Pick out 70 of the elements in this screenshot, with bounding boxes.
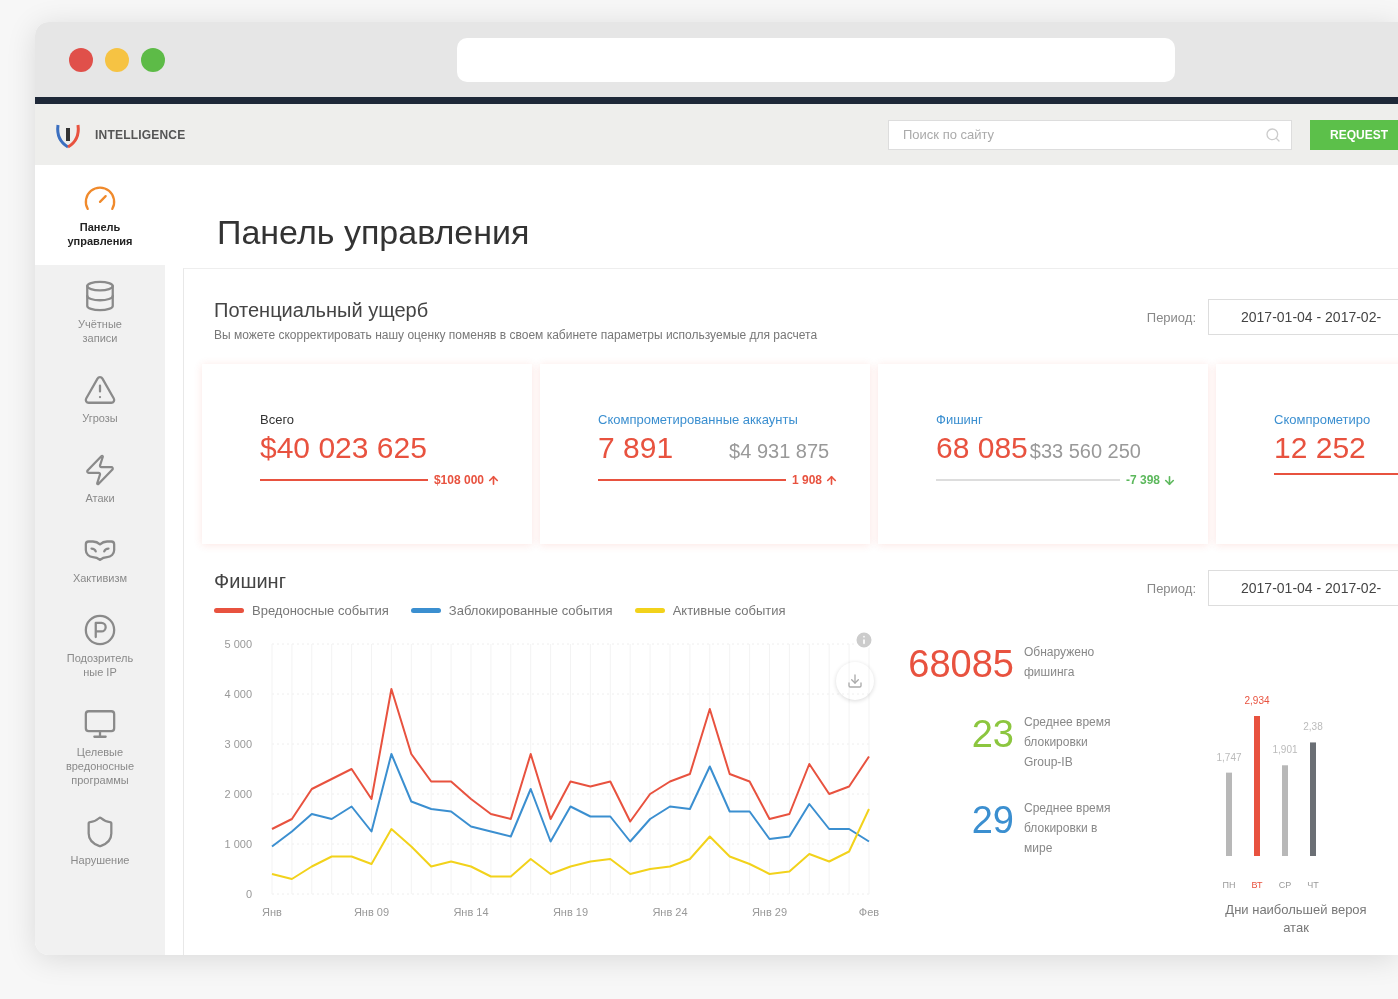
- search-icon: [1265, 126, 1281, 143]
- bar-value-label: 1,901: [1272, 744, 1298, 756]
- card-amount: $33 560 250: [1029, 440, 1141, 463]
- sidebar-item[interactable]: Панель управления: [35, 165, 165, 265]
- day-label: ЧТ: [1307, 880, 1319, 890]
- page-title: Панель управления: [216, 212, 531, 253]
- search-input[interactable]: Поиск по сайту: [901, 126, 1265, 143]
- bar-value-label: 1,747: [1216, 751, 1242, 763]
- chart-caption: атак: [1283, 919, 1309, 937]
- x-axis-label: Янв 19: [552, 906, 589, 918]
- card-delta: -7 398: [1125, 473, 1160, 487]
- stat-value: 29: [971, 798, 1014, 842]
- period-label: Период:: [1146, 309, 1196, 325]
- download-icon: [847, 673, 863, 689]
- y-axis-label: 3 000: [224, 738, 252, 750]
- lightning-icon: [83, 453, 117, 487]
- legend-label: Вредоносные события: [252, 603, 389, 618]
- x-axis-label: Фев: [858, 906, 880, 918]
- search-field[interactable]: Поиск по сайту: [888, 119, 1292, 150]
- database-icon: [83, 279, 117, 313]
- brand-name: INTELLIGENCE: [95, 127, 186, 142]
- card-label: Скомпрометированные аккаунты: [598, 412, 799, 427]
- card-amount: $4 931 875: [729, 440, 830, 463]
- x-axis-label: Янв 09: [353, 906, 390, 918]
- warning-icon: [83, 373, 117, 407]
- card-label: Фишинг: [936, 412, 984, 427]
- x-axis-label: Янв: [262, 906, 282, 918]
- y-axis-label: 4 000: [224, 688, 252, 700]
- info-icon[interactable]: [854, 630, 874, 650]
- address-bar[interactable]: [457, 37, 1175, 82]
- x-axis-label: Янв 14: [453, 906, 489, 918]
- day-label: ВТ: [1251, 880, 1263, 890]
- y-axis-label: 5 000: [224, 638, 252, 650]
- section-subtitle: Вы можете скорректировать нашу оценку поменяв в своем кабинете параметры используемые для расчета: [214, 328, 818, 342]
- day-label: ПН: [1222, 880, 1236, 890]
- card-label: Всего: [260, 412, 296, 427]
- stat-label: Среднее время блокировки Group-IB: [1024, 714, 1112, 771]
- stat-label: Среднее время блокировки в мире: [1024, 800, 1112, 857]
- card-delta: $108 000: [433, 473, 484, 487]
- monitor-icon: [83, 707, 117, 741]
- card-value: 12 252: [1274, 431, 1366, 465]
- stat-value: 68085: [908, 642, 1014, 686]
- card-label: Скомпрометиро: [1274, 412, 1372, 427]
- request-button[interactable]: REQUEST: [1310, 119, 1398, 150]
- chart-caption: Дни наибольшей вероя: [1225, 901, 1367, 919]
- card-value: 68 085: [936, 431, 1028, 465]
- y-axis-label: 1 000: [224, 838, 252, 850]
- bar-value-label: 2,38: [1303, 721, 1323, 733]
- stat-label: Обнаружено фишинга: [1024, 644, 1096, 681]
- chart-title: Фишинг: [214, 570, 287, 593]
- card-value: $40 023 625: [260, 431, 427, 465]
- card-value: 7 891: [598, 431, 674, 465]
- card-delta: 1 908: [791, 473, 822, 487]
- maximize-dot-icon[interactable]: [141, 47, 165, 72]
- legend-label: Активные события: [672, 603, 786, 618]
- section-title: Потенциальный ущерб: [214, 299, 430, 322]
- day-label: СР: [1278, 880, 1292, 890]
- minimize-dot-icon[interactable]: [105, 47, 129, 72]
- legend-label: Заблокированные события: [448, 603, 613, 618]
- stat-value: 23: [971, 712, 1014, 756]
- bar-value-label: 2,934: [1244, 695, 1270, 706]
- p-circle-icon: [83, 613, 117, 647]
- close-dot-icon[interactable]: [69, 47, 93, 72]
- y-axis-label: 2 000: [224, 788, 252, 800]
- x-axis-label: Янв 24: [652, 906, 688, 918]
- period-field[interactable]: 2017-01-04 - 2017-02-: [1208, 570, 1398, 606]
- x-axis-label: Янв 29: [751, 906, 788, 918]
- period-label: Период:: [1146, 580, 1196, 596]
- period-field[interactable]: 2017-01-04 - 2017-02-: [1208, 299, 1398, 335]
- y-axis-label: 0: [245, 888, 252, 900]
